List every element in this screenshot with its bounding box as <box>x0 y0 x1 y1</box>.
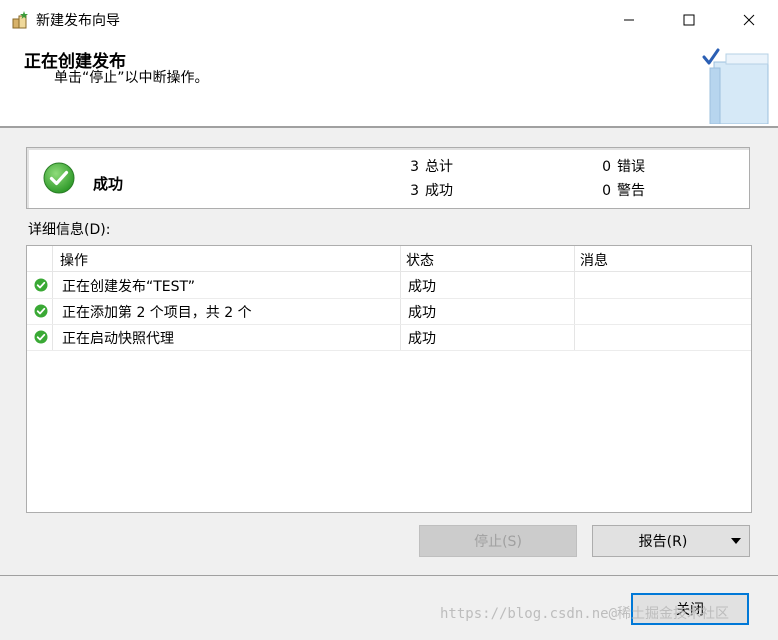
row-success-icon <box>34 278 48 292</box>
row-success-icon <box>34 304 48 318</box>
details-label: 详细信息(D): <box>28 222 111 238</box>
minimize-button[interactable] <box>600 0 658 40</box>
status-label: 成功 <box>93 175 124 193</box>
row-status: 成功 <box>408 305 436 321</box>
column-header-action[interactable]: 操作 <box>60 250 88 270</box>
success-count: 3 <box>410 183 419 199</box>
wizard-header: 正在创建发布 单击“停止”以中断操作。 <box>0 40 778 128</box>
row-action: 正在添加第 2 个项目，共 2 个 <box>62 305 252 321</box>
column-header-message[interactable]: 消息 <box>580 250 608 270</box>
table-row[interactable]: 正在启动快照代理 成功 <box>27 324 751 351</box>
total-count: 3 <box>410 159 419 175</box>
success-label: 成功 <box>425 183 453 199</box>
success-stat: 3 成功 <box>401 180 453 200</box>
error-count: 0 <box>602 159 611 175</box>
report-button[interactable]: 报告(R) <box>592 525 750 557</box>
page-subtitle: 单击“停止”以中断操作。 <box>54 70 209 86</box>
warning-count: 0 <box>602 183 611 199</box>
report-button-label: 报告(R) <box>638 534 688 550</box>
table-row[interactable]: 正在添加第 2 个项目，共 2 个 成功 <box>27 298 751 325</box>
watermark-text: https://blog.csdn.ne@稀土掘金技术社区 <box>440 606 730 622</box>
total-label: 总计 <box>425 159 453 175</box>
success-check-icon <box>43 162 75 194</box>
row-success-icon <box>34 330 48 344</box>
row-status: 成功 <box>408 331 436 347</box>
minimize-icon <box>624 19 634 21</box>
column-header-status[interactable]: 状态 <box>406 250 434 270</box>
warning-label: 警告 <box>617 183 645 199</box>
row-action: 正在启动快照代理 <box>62 331 174 347</box>
window-title: 新建发布向导 <box>36 13 120 29</box>
publication-book-icon <box>696 44 776 125</box>
row-action: 正在创建发布“TEST” <box>62 279 196 295</box>
details-table[interactable]: 操作 状态 消息 正在创建发布“TEST” 成功 正在添加第 2 个项目，共 2… <box>26 245 752 513</box>
row-status: 成功 <box>408 279 436 295</box>
warning-stat: 0 警告 <box>593 180 645 200</box>
window-close-button[interactable] <box>720 0 778 40</box>
total-stat: 3 总计 <box>401 156 453 176</box>
wizard-app-icon <box>10 10 30 30</box>
close-icon <box>743 14 755 26</box>
title-bar: 新建发布向导 <box>0 0 778 40</box>
error-stat: 0 错误 <box>593 156 645 176</box>
error-label: 错误 <box>617 159 645 175</box>
status-summary-panel: 成功 3 总计 3 成功 0 错误 0 警告 <box>26 147 750 209</box>
table-header: 操作 状态 消息 <box>27 246 751 272</box>
dropdown-arrow-icon[interactable] <box>731 538 741 544</box>
footer-divider <box>0 575 778 576</box>
maximize-button[interactable] <box>660 0 718 40</box>
maximize-icon <box>683 14 695 26</box>
table-row[interactable]: 正在创建发布“TEST” 成功 <box>27 272 751 299</box>
stop-button[interactable]: 停止(S) <box>419 525 577 557</box>
